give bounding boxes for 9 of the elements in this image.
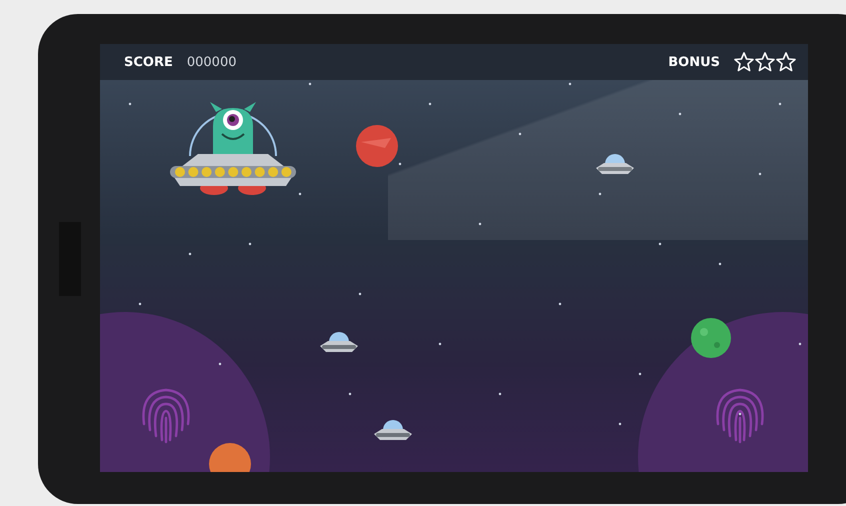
star-icon xyxy=(734,52,754,72)
planet-drawing xyxy=(355,124,399,168)
star-icon xyxy=(776,52,796,72)
score-label: SCORE xyxy=(124,54,173,70)
score-value: 000000 xyxy=(186,54,236,70)
bonus-label: BONUS xyxy=(668,54,720,70)
star-icon xyxy=(755,52,775,72)
planet-drawing xyxy=(208,442,252,472)
planet-drawing xyxy=(690,317,732,359)
